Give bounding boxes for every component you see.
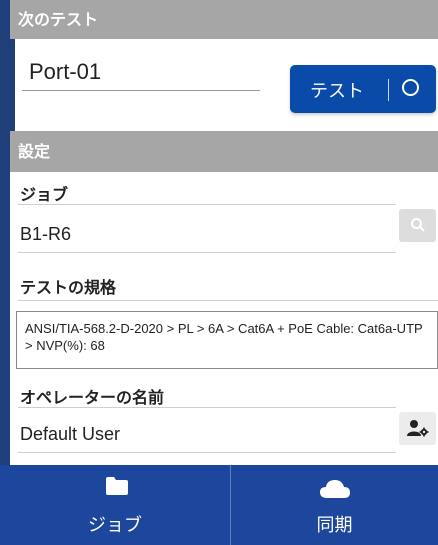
settings-header: 設定 — [10, 131, 438, 172]
test-standard-field[interactable]: ANSI/TIA-568.2-D-2020 > PL > 6A > Cat6A … — [16, 311, 438, 369]
left-edge-strip — [0, 0, 10, 545]
test-button[interactable]: テスト — [290, 65, 436, 113]
job-label-divider — [18, 204, 396, 205]
next-test-header: 次のテスト — [10, 0, 438, 39]
operator-field-underline — [18, 452, 396, 453]
circle-icon — [402, 79, 419, 96]
job-field[interactable]: B1-R6 — [20, 224, 71, 245]
search-icon — [411, 218, 425, 232]
next-test-panel: Port-01 テスト — [10, 39, 438, 131]
nav-item-job-label: ジョブ — [88, 515, 142, 536]
test-button-separator — [388, 79, 389, 101]
user-gear-icon — [407, 420, 429, 437]
nav-item-sync-label: 同期 — [316, 515, 353, 536]
nav-item-job[interactable]: ジョブ — [0, 465, 230, 545]
test-standard-label: テストの規格 — [20, 278, 117, 297]
job-field-underline — [18, 252, 396, 253]
folder-icon — [106, 477, 128, 495]
port-underline — [22, 90, 260, 91]
app-frame: 次のテスト Port-01 テスト 設定 ジョブ B1-R6 テストの規格 AN… — [0, 0, 438, 545]
user-settings-button[interactable] — [399, 412, 436, 445]
operator-label-divider — [18, 407, 396, 408]
test-button-label: テスト — [310, 81, 364, 102]
standard-label-divider — [18, 300, 438, 301]
nav-item-sync[interactable]: 同期 — [231, 465, 438, 545]
job-label: ジョブ — [20, 185, 69, 204]
port-accent-bar — [10, 39, 15, 131]
job-search-button[interactable] — [399, 209, 436, 242]
cloud-icon — [320, 480, 350, 498]
operator-field[interactable]: Default User — [20, 424, 120, 445]
bottom-nav: ジョブ 同期 — [0, 465, 438, 545]
port-label: Port-01 — [29, 59, 102, 84]
operator-label: オペレーターの名前 — [20, 388, 165, 407]
